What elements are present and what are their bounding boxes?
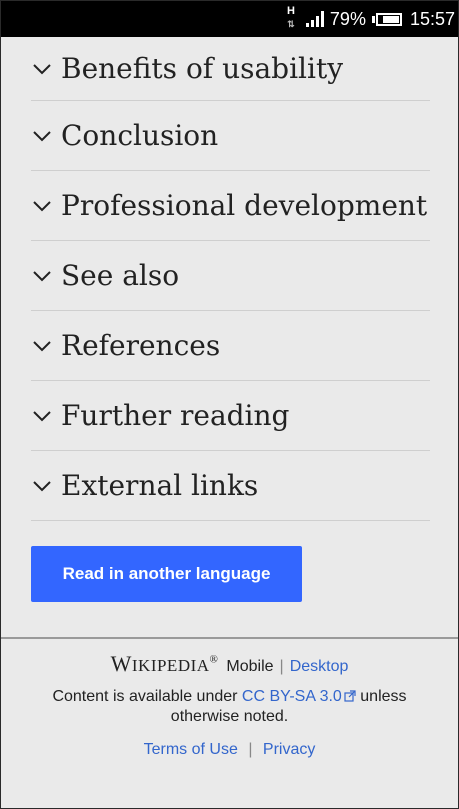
terms-of-use-link[interactable]: Terms of Use (144, 741, 238, 758)
chevron-down-icon (33, 130, 51, 141)
footer-brand-line: WIKIPEDIA® Mobile | Desktop (1, 651, 458, 677)
chevron-down-icon (33, 480, 51, 491)
signal-strength-icon (305, 11, 324, 27)
status-bar: H ⇅ 79% 15:57 (1, 1, 458, 37)
chevron-down-icon (33, 340, 51, 351)
chevron-down-icon (33, 63, 51, 74)
separator: | (279, 658, 284, 675)
clock: 15:57 (409, 8, 455, 29)
section-label: See also (61, 259, 180, 292)
separator: | (248, 741, 253, 758)
external-link-icon (344, 690, 356, 702)
battery-percent: 79% (329, 8, 366, 29)
read-in-another-language-button[interactable]: Read in another language (31, 546, 302, 602)
section-label: References (61, 329, 221, 362)
data-arrows-icon: ⇅ (287, 19, 295, 29)
section-benefits-of-usability[interactable]: Benefits of usability (31, 37, 430, 101)
privacy-link[interactable]: Privacy (263, 741, 315, 758)
chevron-down-icon (33, 410, 51, 421)
network-type-label: H (286, 5, 295, 17)
network-type-icon: H ⇅ (284, 6, 298, 32)
section-conclusion[interactable]: Conclusion (31, 101, 430, 171)
chevron-down-icon (33, 270, 51, 281)
chevron-down-icon (33, 200, 51, 211)
footer: WIKIPEDIA® Mobile | Desktop Content is a… (1, 637, 458, 808)
section-references[interactable]: References (31, 311, 430, 381)
section-external-links[interactable]: External links (31, 451, 430, 521)
section-label: Benefits of usability (61, 52, 344, 85)
section-further-reading[interactable]: Further reading (31, 381, 430, 451)
phone-screen: H ⇅ 79% 15:57 Benefits of usability Conc… (0, 0, 459, 809)
section-label: Conclusion (61, 119, 219, 152)
section-label: Professional development (61, 189, 428, 222)
wikipedia-wordmark: WIKIPEDIA® (110, 651, 219, 676)
mode-current: Mobile (226, 658, 274, 675)
battery-icon (371, 12, 402, 26)
section-list: Benefits of usability Conclusion Profess… (1, 37, 458, 521)
legal-links: Terms of Use | Privacy (1, 741, 458, 759)
section-label: Further reading (61, 399, 290, 432)
section-professional-development[interactable]: Professional development (31, 171, 430, 241)
license-prefix: Content is available under (52, 688, 238, 705)
license-link[interactable]: CC BY-SA 3.0 (242, 688, 342, 705)
desktop-link[interactable]: Desktop (290, 658, 349, 676)
license-notice: Content is available under CC BY-SA 3.0 … (25, 687, 434, 727)
section-label: External links (61, 469, 259, 502)
section-see-also[interactable]: See also (31, 241, 430, 311)
